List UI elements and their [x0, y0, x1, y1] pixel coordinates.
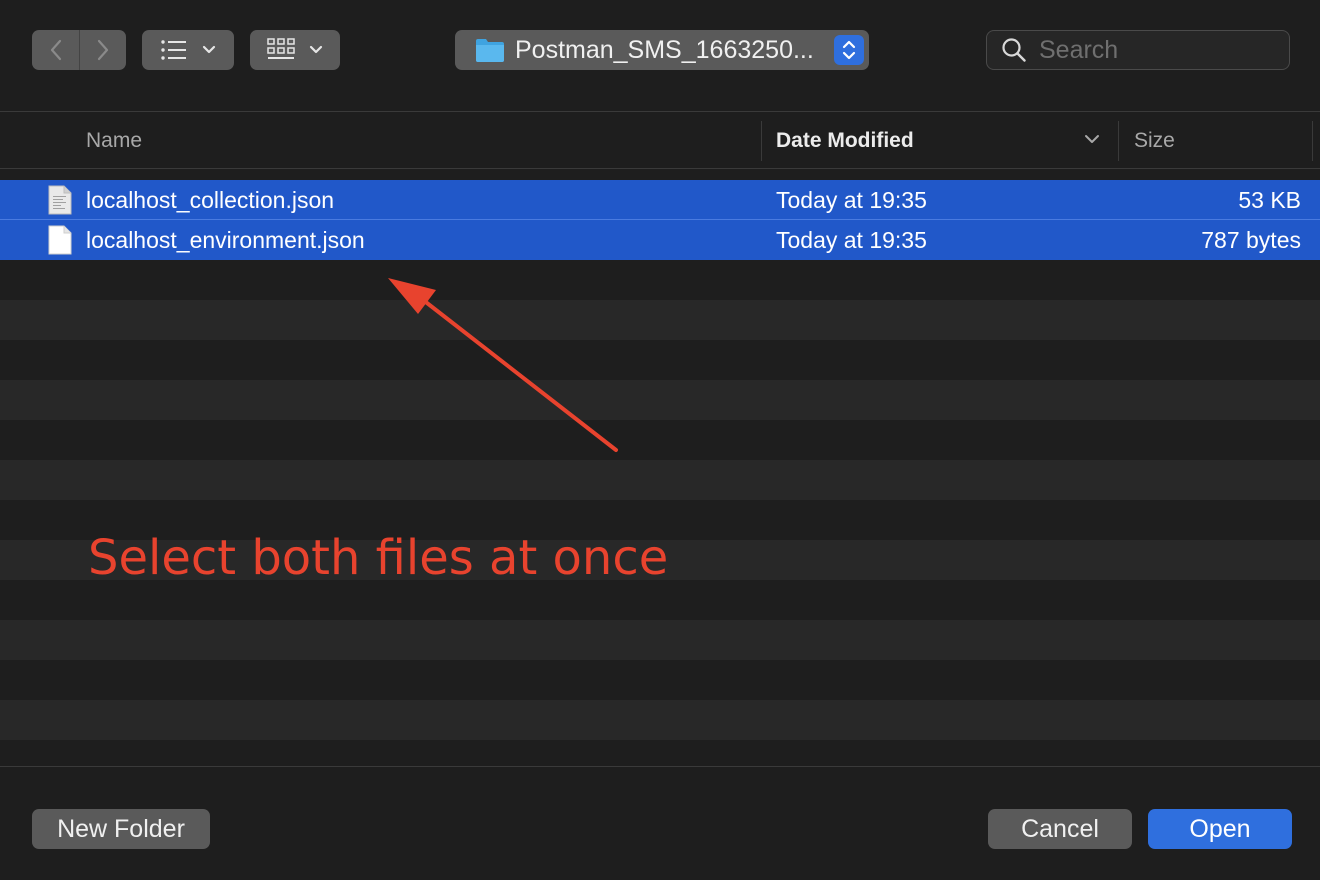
- column-date-modified[interactable]: Date Modified: [776, 113, 914, 169]
- file-date: Today at 19:35: [776, 187, 927, 213]
- open-button[interactable]: Open: [1148, 809, 1292, 849]
- location-stepper[interactable]: [834, 35, 864, 65]
- column-name[interactable]: Name: [86, 113, 142, 169]
- json-file-icon: [48, 185, 72, 215]
- file-name: localhost_environment.json: [86, 227, 365, 253]
- file-row[interactable]: localhost_collection.json Today at 19:35…: [0, 180, 1320, 220]
- search-icon: [1002, 38, 1026, 62]
- empty-row: [0, 580, 1320, 620]
- column-divider[interactable]: [1312, 121, 1313, 161]
- sort-chevron-down-icon: [1085, 135, 1099, 143]
- empty-row: [0, 380, 1320, 420]
- empty-row: [0, 420, 1320, 460]
- chevron-left-icon: [50, 39, 61, 61]
- back-forward-control: [32, 30, 126, 70]
- folder-icon: [476, 39, 504, 62]
- file-size: 787 bytes: [1201, 227, 1301, 253]
- file-name: localhost_collection.json: [86, 187, 335, 213]
- location-label: Postman_SMS_1663250...: [515, 35, 814, 64]
- file-date: Today at 19:35: [776, 227, 927, 253]
- file-row[interactable]: localhost_environment.json Today at 19:3…: [0, 220, 1320, 260]
- chevron-down-icon: [202, 45, 216, 54]
- annotation-text: Select both files at once: [88, 530, 669, 586]
- forward-button[interactable]: [79, 30, 126, 70]
- empty-row: [0, 660, 1320, 700]
- up-down-chevron-icon: [842, 40, 856, 60]
- chevron-right-icon: [97, 39, 109, 61]
- empty-row: [0, 700, 1320, 740]
- cancel-button[interactable]: Cancel: [988, 809, 1132, 849]
- search-input[interactable]: [1039, 35, 1269, 65]
- file-list: localhost_collection.json Today at 19:35…: [0, 180, 1320, 740]
- list-view-button[interactable]: [142, 30, 234, 70]
- toolbar: Postman_SMS_1663250...: [0, 0, 1320, 112]
- back-button[interactable]: [32, 30, 79, 70]
- grid-icon: [267, 38, 295, 59]
- empty-row: [0, 620, 1320, 660]
- chevron-down-icon: [309, 45, 323, 54]
- empty-row: [0, 260, 1320, 300]
- file-icon: [48, 225, 72, 255]
- search-field[interactable]: [986, 30, 1290, 70]
- column-divider[interactable]: [1118, 121, 1119, 161]
- row-divider: [0, 219, 1320, 220]
- new-folder-button[interactable]: New Folder: [32, 809, 210, 849]
- column-divider[interactable]: [761, 121, 762, 161]
- empty-row: [0, 300, 1320, 340]
- location-popup[interactable]: Postman_SMS_1663250...: [455, 30, 869, 70]
- footer: New Folder Cancel Open: [0, 766, 1320, 880]
- empty-row: [0, 340, 1320, 380]
- column-size[interactable]: Size: [1134, 113, 1175, 169]
- empty-row: [0, 460, 1320, 500]
- gallery-view-button[interactable]: [250, 30, 340, 70]
- column-header: Name Date Modified Size: [0, 113, 1320, 169]
- list-icon: [161, 40, 186, 60]
- file-size: 53 KB: [1238, 187, 1301, 213]
